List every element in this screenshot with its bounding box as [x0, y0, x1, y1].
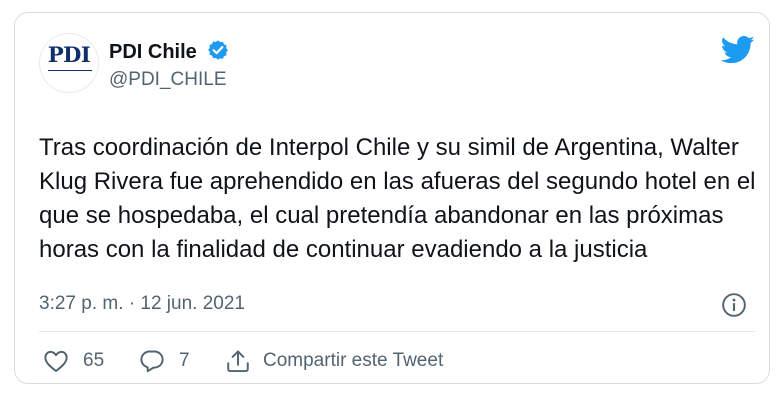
- verified-badge-icon: [208, 40, 228, 60]
- tweet-text: Tras coordinación de Interpol Chile y su…: [39, 134, 756, 263]
- speech-bubble-icon: [140, 350, 164, 373]
- twitter-bird-icon[interactable]: [721, 35, 755, 65]
- display-name[interactable]: PDI Chile: [109, 41, 197, 64]
- reply-count: 7: [179, 350, 190, 371]
- like-button[interactable]: 65: [43, 347, 104, 375]
- divider: [39, 331, 755, 332]
- avatar-logo: PDI: [47, 42, 91, 67]
- share-icon: [227, 350, 249, 373]
- tweet-card[interactable]: PDI PDI Chile @PDI_CHILE Tras coordinaci…: [14, 12, 770, 384]
- share-label: Compartir este Tweet: [263, 350, 444, 371]
- info-icon[interactable]: [721, 292, 747, 318]
- avatar[interactable]: PDI: [39, 33, 99, 93]
- tweet-timestamp[interactable]: 3:27 p. m. · 12 jun. 2021: [39, 293, 245, 315]
- account-handle[interactable]: @PDI_CHILE: [109, 69, 227, 91]
- reply-button[interactable]: 7: [139, 347, 190, 375]
- share-tweet-button[interactable]: Compartir este Tweet: [225, 347, 443, 375]
- avatar-logo-subtext: [48, 70, 92, 82]
- heart-icon: [44, 350, 68, 372]
- like-count: 65: [83, 350, 105, 371]
